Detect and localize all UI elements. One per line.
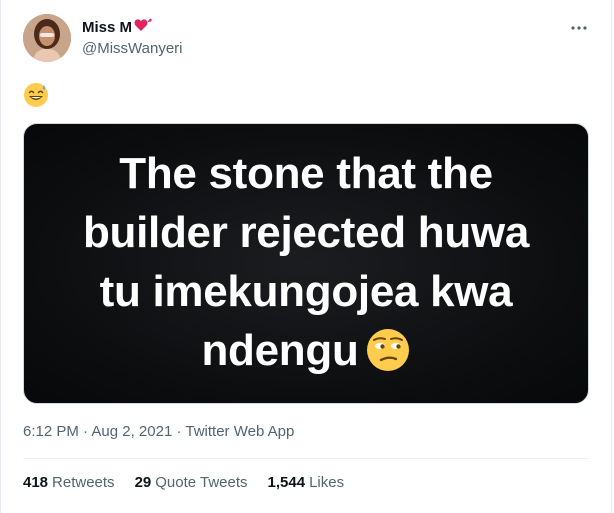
avatar[interactable]	[23, 14, 71, 62]
divider	[23, 458, 589, 459]
image-caption-text: The stone that the builder rejected huwa…	[24, 144, 588, 388]
heart-emoji-icon	[134, 17, 152, 39]
tweet-time[interactable]: 6:12 PM	[23, 423, 79, 440]
tweet-source[interactable]: Twitter Web App	[185, 423, 294, 440]
retweets-count: 418	[23, 474, 49, 491]
tweet-text	[23, 82, 49, 113]
more-options-icon[interactable]	[567, 18, 591, 38]
image-text-line-4-wrap: ndengu	[24, 321, 588, 388]
quote-tweets-label: Quote Tweets	[155, 474, 248, 491]
meta-separator-1: ·	[83, 423, 89, 440]
image-text-line-2: builder rejected huwa	[82, 208, 530, 257]
tweet-card: Miss M @MissWanyeri The stone that the b…	[0, 0, 612, 513]
retweets-stat[interactable]: 418 Retweets	[23, 473, 115, 493]
display-name-row[interactable]: Miss M	[82, 17, 183, 39]
image-text-line-3: tu imekungojea kwa	[99, 267, 513, 316]
tweet-date[interactable]: Aug 2, 2021	[91, 423, 172, 440]
quote-tweets-count: 29	[134, 474, 152, 491]
tweet-metadata: 6:12 PM · Aug 2, 2021 · Twitter Web App	[23, 422, 294, 442]
author-names: Miss M @MissWanyeri	[82, 17, 183, 59]
author-handle[interactable]: @MissWanyeri	[82, 39, 183, 59]
display-name[interactable]: Miss M	[82, 18, 132, 38]
tweet-header: Miss M @MissWanyeri	[23, 14, 595, 66]
likes-stat[interactable]: 1,544 Likes	[268, 473, 345, 493]
image-text-line-4: ndengu	[201, 326, 359, 375]
tweet-image[interactable]: The stone that the builder rejected huwa…	[23, 123, 589, 404]
retweets-label: Retweets	[52, 474, 115, 491]
quote-tweets-stat[interactable]: 29 Quote Tweets	[135, 473, 248, 493]
likes-label: Likes	[309, 474, 345, 491]
meta-separator-2: ·	[176, 423, 182, 440]
grinning-sweat-emoji-icon	[24, 83, 48, 107]
avatar-photo-icon	[23, 14, 71, 62]
likes-count: 1,544	[267, 474, 306, 491]
tweet-stats: 418 Retweets 29 Quote Tweets 1,544 Likes	[23, 473, 344, 493]
image-text-line-1: The stone that the	[119, 149, 493, 198]
unamused-face-emoji-icon	[365, 327, 411, 388]
